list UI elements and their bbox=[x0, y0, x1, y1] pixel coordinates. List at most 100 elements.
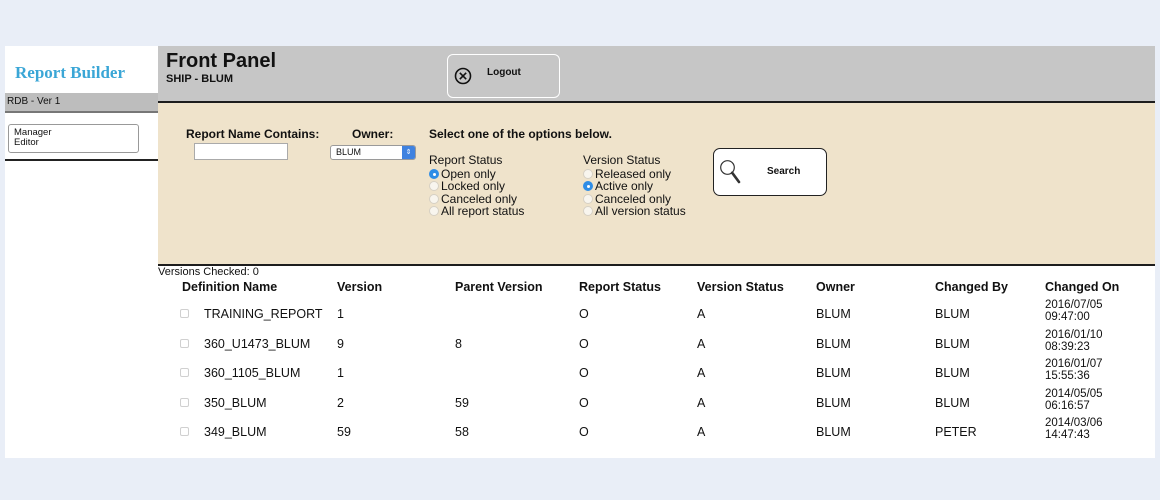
version-status-title: Version Status bbox=[583, 153, 661, 167]
cell-version: 1 bbox=[337, 366, 344, 380]
version-bar: RDB - Ver 1 bbox=[5, 93, 158, 111]
changed-on-time: 09:47:00 bbox=[1045, 311, 1090, 323]
column-header-report-status: Report Status bbox=[579, 280, 661, 294]
cell-owner: BLUM bbox=[816, 307, 851, 321]
cell-changed-by: BLUM bbox=[935, 336, 970, 351]
changed-on-date: 2014/05/05 bbox=[1045, 387, 1103, 400]
app-window: Report Builder RDB - Ver 1 Manager Edito… bbox=[5, 46, 1155, 458]
report-status-option[interactable]: Locked only bbox=[429, 180, 524, 193]
radio-button[interactable] bbox=[429, 193, 439, 204]
cell-version: 1 bbox=[337, 307, 344, 321]
cell-changed-on: 2016/07/05 09:47:00 bbox=[1045, 299, 1103, 323]
cell-owner: BLUM bbox=[816, 395, 851, 410]
cell-version: 59 bbox=[337, 425, 351, 439]
search-panel: Report Name Contains: Owner: Select one … bbox=[158, 101, 1155, 266]
table-row[interactable]: 360_1105_BLUM 1 O A BLUM BLUM 2016/01/07 15:55:… bbox=[158, 357, 1155, 386]
select-arrows-icon: ⇕ bbox=[402, 146, 415, 159]
column-header-changed-by: Changed By bbox=[935, 280, 1008, 294]
cell-owner: BLUM bbox=[816, 366, 851, 380]
radio-button[interactable] bbox=[583, 193, 593, 204]
radio-button[interactable] bbox=[429, 181, 439, 192]
radio-button[interactable] bbox=[583, 181, 593, 192]
cell-definition-name: 349_BLUM bbox=[204, 425, 267, 439]
version-status-option-label: Active only bbox=[595, 179, 654, 193]
version-status-option[interactable]: All version status bbox=[583, 205, 686, 218]
owner-select[interactable]: BLUM ⇕ bbox=[330, 145, 416, 160]
cell-definition-name: 350_BLUM bbox=[204, 395, 267, 410]
row-checkbox[interactable] bbox=[180, 397, 189, 407]
radio-button[interactable] bbox=[429, 168, 439, 179]
cell-definition-name: 360_1105_BLUM bbox=[204, 366, 301, 380]
app-logo: Report Builder bbox=[15, 63, 126, 82]
column-header-parent-version: Parent Version bbox=[455, 280, 543, 294]
cell-changed-by: BLUM bbox=[935, 307, 970, 321]
cell-changed-on: 2016/01/07 15:55:36 bbox=[1045, 358, 1103, 382]
version-status-option-label: All version status bbox=[595, 204, 686, 218]
cell-changed-on: 2014/05/05 06:16:57 bbox=[1045, 388, 1103, 412]
report-status-option-label: Locked only bbox=[441, 179, 506, 193]
row-checkbox[interactable] bbox=[180, 368, 189, 377]
search-label: Search bbox=[767, 166, 801, 177]
changed-on-time: 14:47:43 bbox=[1045, 429, 1090, 441]
row-checkbox[interactable] bbox=[180, 427, 189, 436]
cell-changed-by: BLUM bbox=[935, 395, 970, 410]
cell-version-status: A bbox=[697, 395, 706, 410]
search-button[interactable]: Search bbox=[713, 148, 827, 196]
results-table: Versions Checked: 0 Definition Name Vers… bbox=[158, 266, 1155, 458]
table-row[interactable]: TRAINING_REPORT 1 O A BLUM BLUM 2016/07/05 09:4… bbox=[158, 298, 1155, 327]
divider bbox=[5, 111, 158, 113]
owner-label: Owner: bbox=[352, 127, 394, 141]
changed-on-time: 06:16:57 bbox=[1045, 399, 1090, 412]
cell-parent-version: 59 bbox=[455, 395, 469, 410]
cell-changed-on: 2014/03/06 14:47:43 bbox=[1045, 417, 1103, 441]
row-checkbox[interactable] bbox=[180, 338, 189, 348]
versions-checked-count: Versions Checked: 0 bbox=[158, 266, 259, 278]
cell-definition-name: 360_U1473_BLUM bbox=[204, 336, 311, 351]
changed-on-time: 15:55:36 bbox=[1045, 370, 1090, 382]
cell-changed-by: BLUM bbox=[935, 366, 970, 380]
instruction-text: Select one of the options below. bbox=[429, 127, 612, 141]
report-status-group: Report Status Open only Locked only Cancel… bbox=[429, 154, 524, 218]
menu-item-editor[interactable]: Editor bbox=[14, 138, 138, 148]
table-row[interactable]: 350_BLUM 2 59 O A BLUM BLUM 2014/05/05 06:16:57 bbox=[158, 387, 1155, 416]
brand-area: Report Builder bbox=[5, 46, 158, 93]
report-name-input[interactable] bbox=[194, 143, 288, 160]
changed-on-date: 2016/07/05 bbox=[1045, 299, 1103, 311]
cell-report-status: O bbox=[579, 425, 589, 439]
radio-button[interactable] bbox=[583, 168, 593, 179]
column-header-owner: Owner bbox=[816, 280, 855, 294]
cell-owner: BLUM bbox=[816, 336, 851, 351]
page-title: Front Panel bbox=[166, 50, 277, 72]
header: Front Panel SHIP - BLUM Logout bbox=[158, 46, 1155, 101]
cell-version-status: A bbox=[697, 336, 706, 351]
cell-version-status: A bbox=[697, 425, 706, 439]
cell-report-status: O bbox=[579, 366, 589, 380]
changed-on-date: 2016/01/07 bbox=[1045, 358, 1103, 370]
cell-changed-by: PETER bbox=[935, 425, 977, 439]
cell-parent-version: 8 bbox=[455, 336, 462, 351]
report-status-option[interactable]: All report status bbox=[429, 205, 524, 218]
cell-report-status: O bbox=[579, 336, 589, 351]
version-status-group: Version Status Released only Active only C… bbox=[583, 154, 686, 218]
column-header-changed-on: Changed On bbox=[1045, 280, 1120, 294]
table-row[interactable]: 360_U1473_BLUM 9 8 O A BLUM BLUM 2016/01/10 08:3… bbox=[158, 328, 1155, 357]
cell-owner: BLUM bbox=[816, 425, 851, 439]
logout-label: Logout bbox=[487, 67, 521, 78]
cell-report-status: O bbox=[579, 395, 589, 410]
logout-button[interactable]: Logout bbox=[447, 54, 560, 98]
role-menu[interactable]: Manager Editor bbox=[8, 124, 139, 153]
report-status-option-label: All report status bbox=[441, 204, 525, 218]
table-row[interactable]: 349_BLUM 59 58 O A BLUM PETER 2014/03/06 14:47:4… bbox=[158, 416, 1155, 445]
cell-version: 9 bbox=[337, 336, 344, 351]
changed-on-time: 08:39:23 bbox=[1045, 340, 1090, 353]
cell-version: 2 bbox=[337, 395, 344, 410]
cell-parent-version: 58 bbox=[455, 425, 469, 439]
column-header-version: Version bbox=[337, 280, 383, 294]
column-header-definition-name: Definition Name bbox=[182, 280, 278, 294]
row-checkbox[interactable] bbox=[180, 309, 189, 318]
radio-button[interactable] bbox=[429, 206, 439, 217]
app-version: RDB - Ver 1 bbox=[7, 96, 61, 107]
version-status-option[interactable]: Active only bbox=[583, 180, 686, 193]
magnifier-icon bbox=[720, 160, 741, 184]
radio-button[interactable] bbox=[583, 206, 593, 217]
